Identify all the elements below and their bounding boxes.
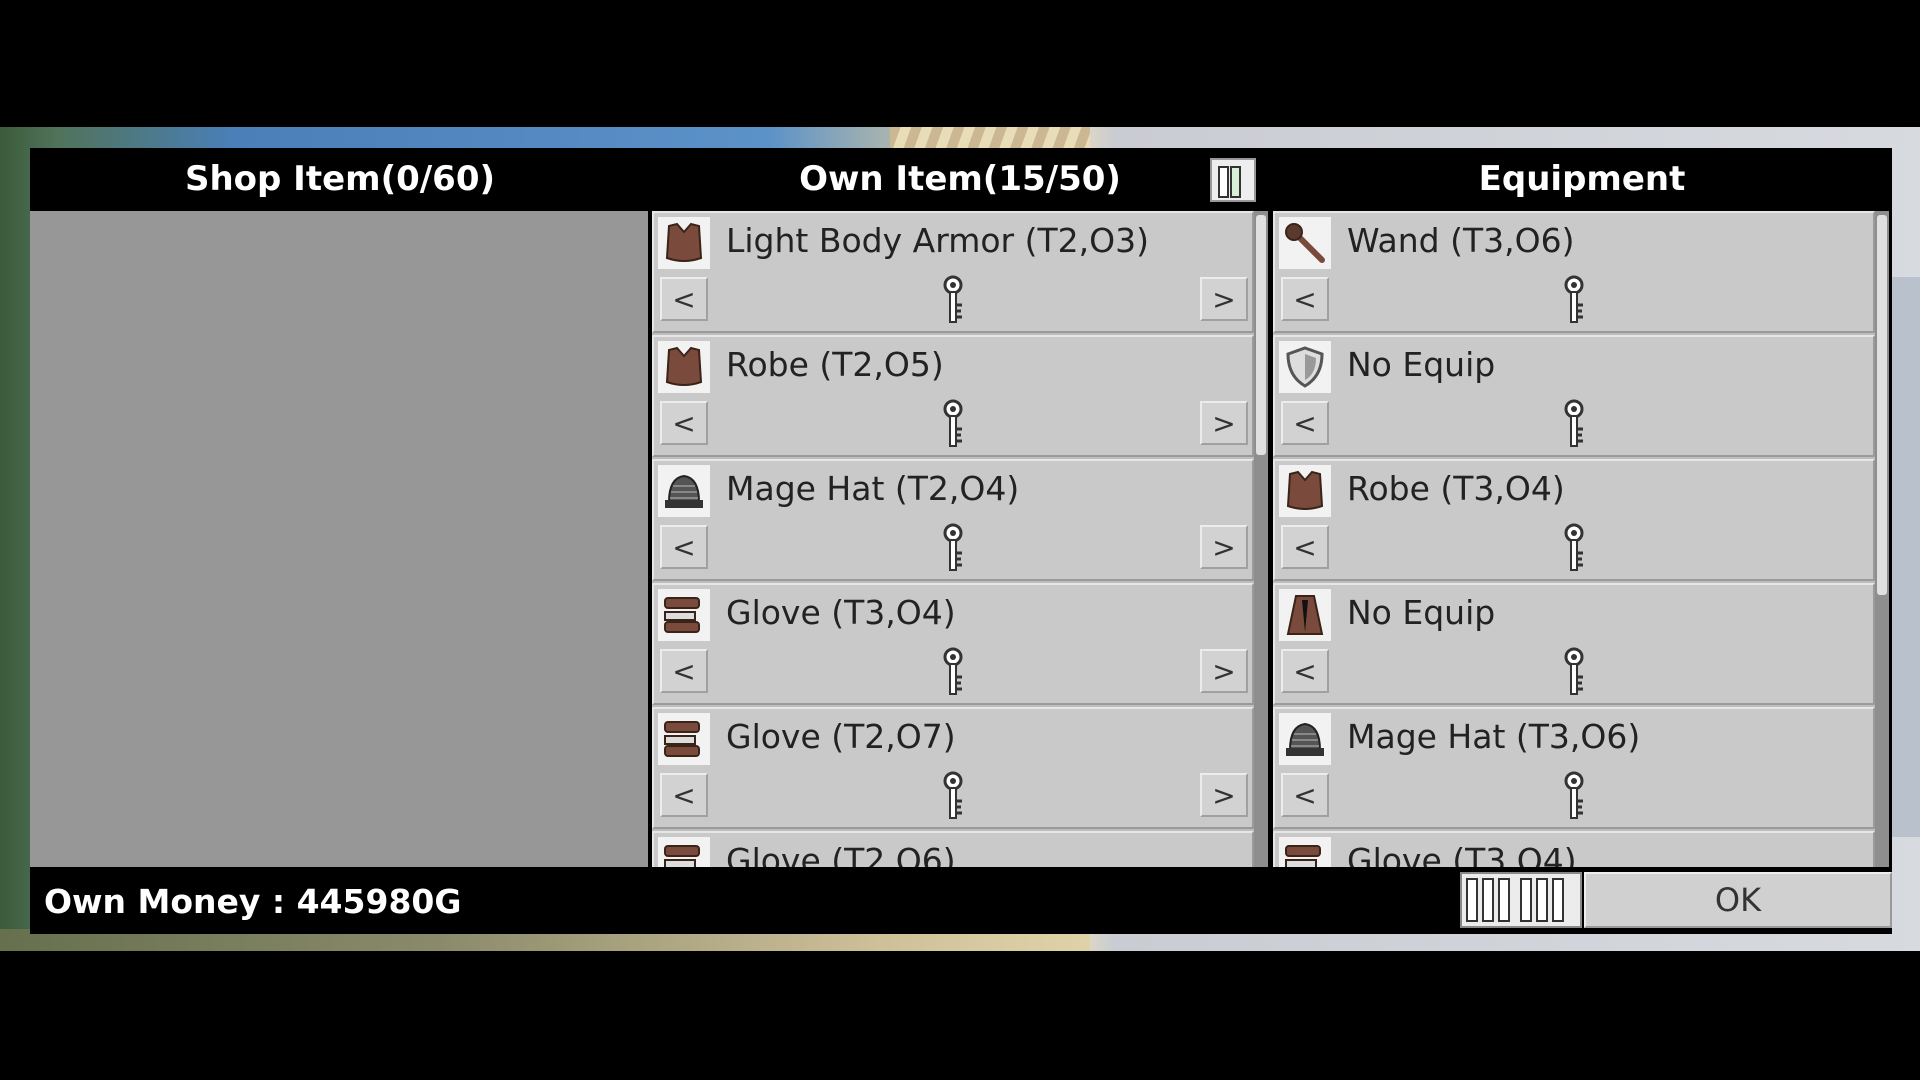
equipment-item-row[interactable]: No Equip <	[1273, 335, 1875, 457]
equipment-item-name: Mage Hat (T3,O6)	[1347, 717, 1641, 756]
glove-icon	[1279, 837, 1331, 867]
equipment-item-name: Glove (T3,O4)	[1347, 841, 1577, 867]
background-roof	[890, 127, 1090, 149]
wand-icon	[1279, 217, 1331, 269]
key-icon[interactable]	[1558, 523, 1590, 575]
own-money: Own Money : 445980G	[44, 881, 462, 921]
prev-arrow-button[interactable]: <	[1281, 401, 1329, 445]
equipment-item-name: No Equip	[1347, 593, 1496, 632]
own-item-name: Light Body Armor (T2,O3)	[726, 221, 1149, 260]
sort-button[interactable]	[1210, 158, 1256, 202]
layout-icon-cell	[1536, 878, 1548, 922]
equipment-item-row[interactable]: Glove (T3,O4)<	[1273, 831, 1875, 867]
equipment-item-row[interactable]: Mage Hat (T3,O6) <	[1273, 707, 1875, 829]
shop-header: Shop Item(0/60)	[184, 159, 496, 199]
prev-arrow-button[interactable]: <	[660, 649, 708, 693]
key-icon[interactable]	[937, 399, 969, 451]
next-arrow-button[interactable]: >	[1200, 277, 1248, 321]
glove-icon	[658, 713, 710, 765]
own-item-name: Glove (T2,O7)	[726, 717, 956, 756]
key-icon[interactable]	[1558, 771, 1590, 823]
equipment-header: Equipment	[1478, 159, 1686, 199]
next-arrow-button[interactable]: >	[1200, 649, 1248, 693]
prev-arrow-button[interactable]: <	[660, 401, 708, 445]
cloak-icon	[1279, 589, 1331, 641]
sort-icon	[1218, 166, 1229, 198]
own-item-row[interactable]: Light Body Armor (T2,O3) < >	[652, 211, 1254, 333]
ok-button[interactable]: OK	[1584, 872, 1892, 928]
layout-toggle-button[interactable]	[1460, 872, 1582, 928]
equipment-list-scrollbar[interactable]	[1875, 211, 1889, 867]
shop-window: Shop Item(0/60) Own Item(15/50) Equipmen…	[30, 148, 1892, 934]
layout-icon-cell	[1498, 878, 1510, 922]
own-scroll-thumb[interactable]	[1256, 215, 1266, 455]
equipment-item-name: No Equip	[1347, 345, 1496, 384]
key-icon[interactable]	[937, 771, 969, 823]
prev-arrow-button[interactable]: <	[1281, 649, 1329, 693]
footer-bar: Own Money : 445980G OK	[30, 868, 1892, 934]
shop-item-list[interactable]	[30, 211, 648, 867]
own-list-scrollbar[interactable]	[1254, 211, 1268, 867]
next-arrow-button[interactable]: >	[1200, 773, 1248, 817]
key-icon[interactable]	[937, 647, 969, 699]
prev-arrow-button[interactable]: <	[660, 525, 708, 569]
equipment-item-name: Robe (T3,O4)	[1347, 469, 1565, 508]
layout-icon-cell	[1482, 878, 1494, 922]
layout-icon-cell	[1520, 878, 1532, 922]
own-header: Own Item(15/50)	[799, 159, 1121, 199]
own-item-name: Mage Hat (T2,O4)	[726, 469, 1020, 508]
next-arrow-button[interactable]: >	[1200, 401, 1248, 445]
equipment-scroll-thumb[interactable]	[1877, 215, 1887, 595]
equipment-item-row[interactable]: Wand (T3,O6) <	[1273, 211, 1875, 333]
equipment-item-row[interactable]: No Equip <	[1273, 583, 1875, 705]
own-item-row[interactable]: Glove (T2,O6)<>	[652, 831, 1254, 867]
next-arrow-button[interactable]: >	[1200, 525, 1248, 569]
prev-arrow-button[interactable]: <	[1281, 773, 1329, 817]
layout-icon	[1466, 878, 1478, 922]
mage-hat-icon	[658, 465, 710, 517]
robe-icon	[1279, 465, 1331, 517]
glove-icon	[658, 589, 710, 641]
own-item-row[interactable]: Glove (T2,O7) < >	[652, 707, 1254, 829]
own-item-name: Robe (T2,O5)	[726, 345, 944, 384]
shield-icon	[1279, 341, 1331, 393]
glove-icon	[658, 837, 710, 867]
key-icon[interactable]	[1558, 399, 1590, 451]
own-item-name: Glove (T2,O6)	[726, 841, 956, 867]
key-icon[interactable]	[937, 275, 969, 327]
key-icon[interactable]	[1558, 275, 1590, 327]
equipment-item-name: Wand (T3,O6)	[1347, 221, 1575, 260]
equipment-list[interactable]: Wand (T3,O6) < No Equip < Robe (T3,O4) < No Eq…	[1273, 211, 1875, 867]
body-armor-icon	[658, 217, 710, 269]
layout-icon-cell	[1552, 878, 1564, 922]
prev-arrow-button[interactable]: <	[660, 277, 708, 321]
own-item-row[interactable]: Mage Hat (T2,O4) < >	[652, 459, 1254, 581]
prev-arrow-button[interactable]: <	[660, 773, 708, 817]
prev-arrow-button[interactable]: <	[1281, 277, 1329, 321]
key-icon[interactable]	[937, 523, 969, 575]
sort-icon-bar	[1230, 166, 1241, 198]
own-item-row[interactable]: Robe (T2,O5) < >	[652, 335, 1254, 457]
mage-hat-icon	[1279, 713, 1331, 765]
own-item-row[interactable]: Glove (T3,O4) < >	[652, 583, 1254, 705]
own-item-list[interactable]: Light Body Armor (T2,O3) < > Robe (T2,O5) < >…	[652, 211, 1254, 867]
own-item-name: Glove (T3,O4)	[726, 593, 956, 632]
background-wall	[1888, 277, 1920, 837]
prev-arrow-button[interactable]: <	[1281, 525, 1329, 569]
robe-icon	[658, 341, 710, 393]
key-icon[interactable]	[1558, 647, 1590, 699]
equipment-item-row[interactable]: Robe (T3,O4) <	[1273, 459, 1875, 581]
